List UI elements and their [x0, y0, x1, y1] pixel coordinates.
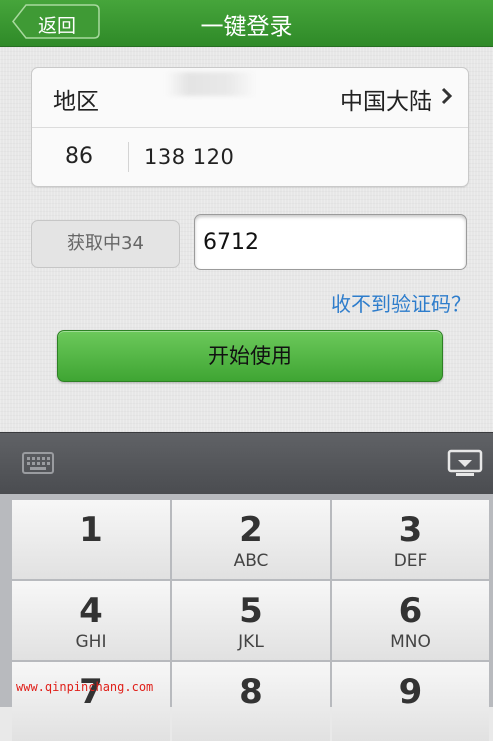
- country-code[interactable]: 86: [65, 144, 93, 169]
- key-letters: DEF: [393, 551, 428, 571]
- key-letters: ABC: [233, 551, 269, 571]
- key-digit: 6: [398, 591, 423, 631]
- no-code-link[interactable]: 收不到验证码？: [331, 288, 471, 317]
- key-digit: 9: [398, 672, 423, 712]
- chevron-right-icon: [441, 87, 453, 105]
- watermark: www.qinpinchang.com: [16, 680, 154, 694]
- numeric-keypad: 1 2 ABC 3 DEF 4 GHI 5 JKL 6 MNO 7 8 9: [12, 500, 489, 741]
- page-title: 一键登录: [200, 14, 293, 40]
- key-2[interactable]: 2 ABC: [172, 500, 330, 579]
- key-digit: 5: [239, 591, 263, 631]
- phone-row[interactable]: 86 138 120: [32, 128, 468, 186]
- phone-number[interactable]: 138 120: [144, 145, 234, 169]
- redaction-blur: [166, 72, 256, 96]
- key-8[interactable]: 8: [172, 662, 330, 741]
- key-3[interactable]: 3 DEF: [332, 500, 489, 579]
- key-7[interactable]: 7: [12, 662, 170, 741]
- keyboard-toolbar: [0, 432, 493, 495]
- resend-countdown-button: 获取中34: [31, 220, 180, 268]
- key-digit: 2: [239, 510, 263, 550]
- key-digit: 8: [239, 672, 263, 712]
- key-letters: MNO: [390, 632, 431, 652]
- verification-code-input[interactable]: [194, 214, 467, 270]
- key-letters: JKL: [238, 632, 264, 652]
- app-screen: 返回 一键登录 地区 中国大陆 86 138 120 获取中34 收不到验证码？…: [0, 0, 493, 432]
- region-label: 地区: [53, 89, 99, 115]
- key-5[interactable]: 5 JKL: [172, 581, 330, 660]
- key-1[interactable]: 1: [12, 500, 170, 579]
- divider: [128, 142, 129, 172]
- key-6[interactable]: 6 MNO: [332, 581, 489, 660]
- key-digit: 4: [79, 591, 103, 631]
- key-4[interactable]: 4 GHI: [12, 581, 170, 660]
- start-button[interactable]: 开始使用: [57, 330, 443, 382]
- key-9[interactable]: 9: [332, 662, 489, 741]
- key-letters: GHI: [75, 632, 107, 652]
- title-bar: 返回 一键登录: [0, 0, 493, 47]
- region-value: 中国大陆: [340, 89, 432, 115]
- key-digit: 3: [398, 510, 423, 550]
- hide-keyboard-icon[interactable]: [447, 449, 483, 477]
- key-digit: 1: [79, 510, 103, 550]
- keyboard-icon[interactable]: [22, 452, 54, 474]
